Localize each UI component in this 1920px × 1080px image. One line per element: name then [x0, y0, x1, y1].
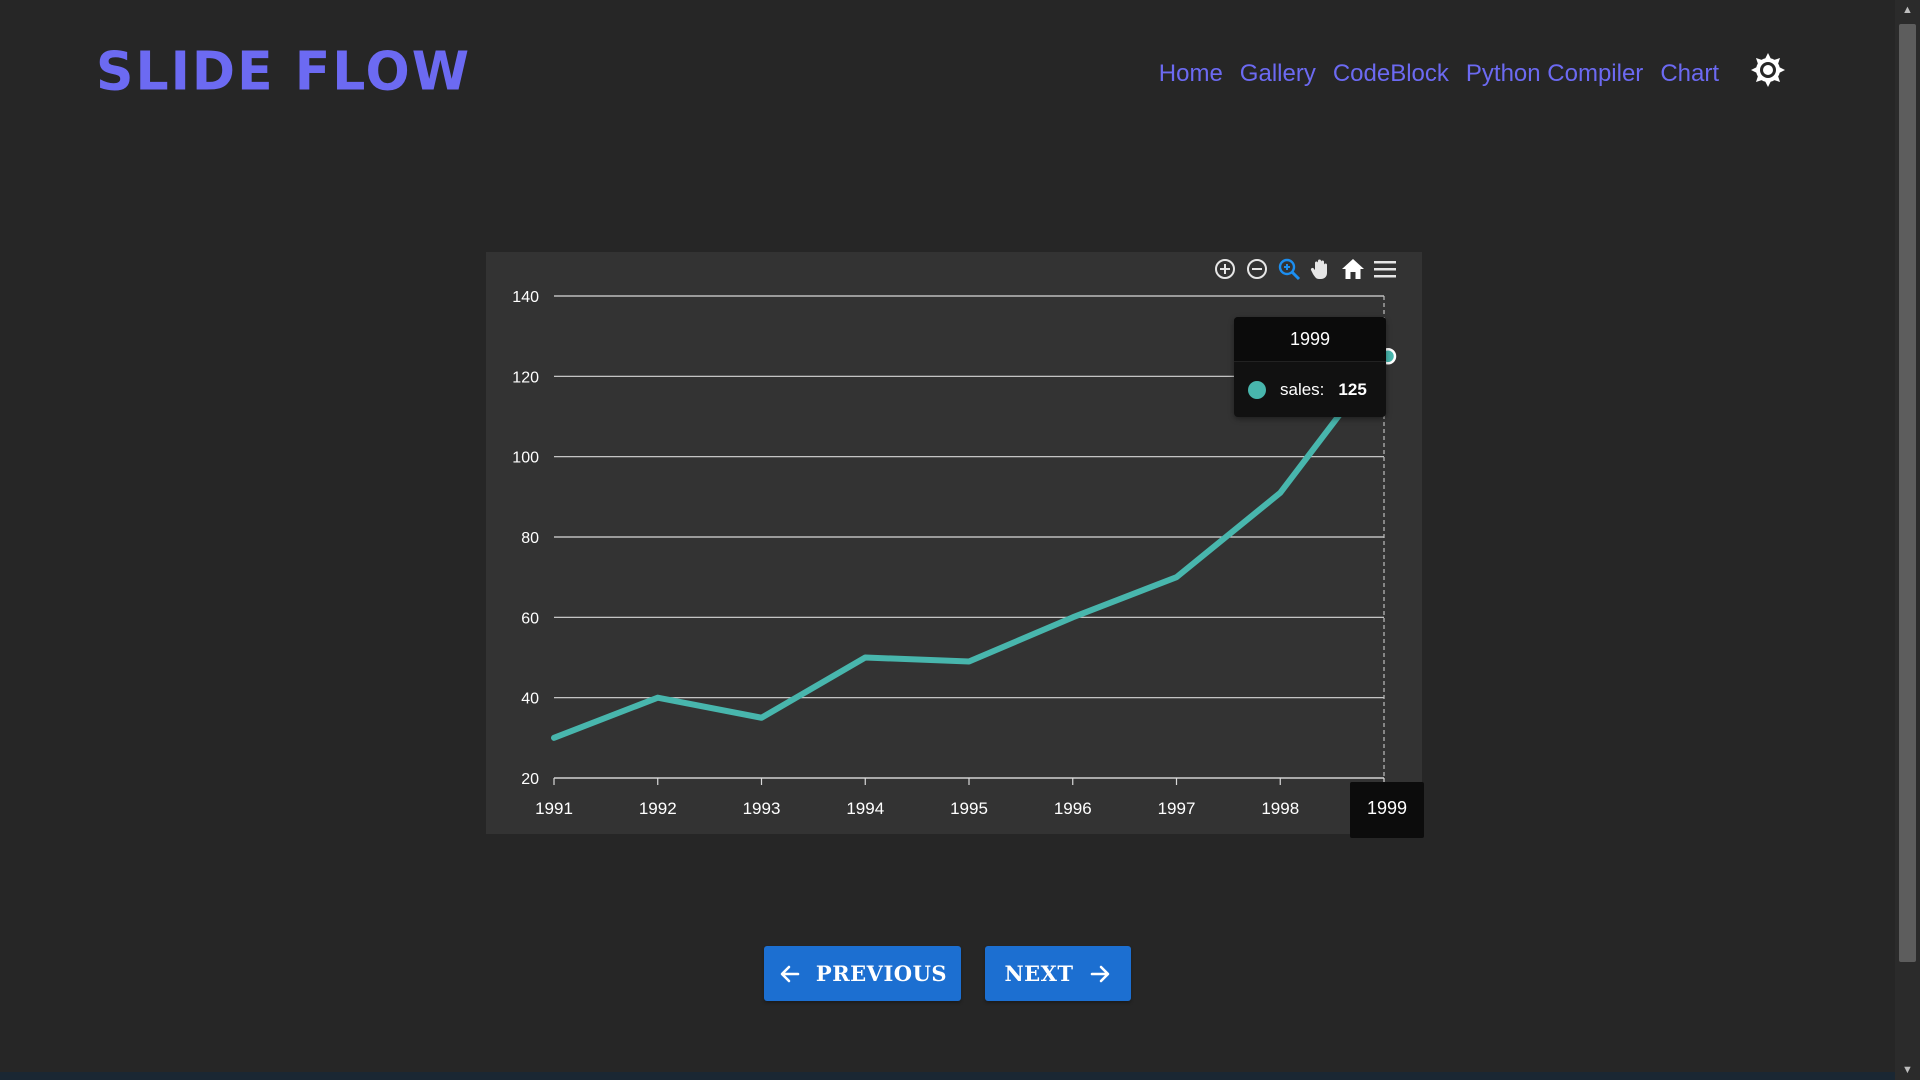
tooltip-title: 1999: [1234, 317, 1386, 362]
x-tick-label: 1995: [950, 799, 988, 818]
x-tick-label: 1991: [535, 799, 573, 818]
y-tick-label: 60: [521, 610, 539, 627]
nav-python-compiler[interactable]: Python Compiler: [1466, 56, 1643, 92]
sun-icon: [1751, 53, 1785, 87]
nav-chart[interactable]: Chart: [1660, 56, 1719, 92]
x-tick-label: 1992: [639, 799, 677, 818]
previous-button-label: PREVIOUS: [815, 961, 948, 986]
scroll-up-icon[interactable]: ▲: [1895, 0, 1920, 20]
tooltip-series-row: sales: 125: [1234, 362, 1386, 418]
zoom-in-icon[interactable]: [1213, 257, 1237, 281]
x-tick-label: 1996: [1054, 799, 1092, 818]
next-button[interactable]: NEXT: [985, 946, 1131, 1001]
y-tick-label: 80: [521, 530, 539, 547]
scrollbar-thumb[interactable]: [1899, 24, 1916, 962]
tooltip-series-label: sales:: [1280, 380, 1325, 399]
top-nav: Home Gallery CodeBlock Python Compiler C…: [1142, 56, 1719, 92]
y-tick-label: 120: [512, 369, 539, 386]
arrow-right-icon: [1090, 965, 1109, 982]
y-tick-label: 100: [512, 450, 539, 467]
arrow-left-icon: [780, 965, 800, 982]
y-tick-label: 20: [521, 771, 539, 788]
theme-toggle-button[interactable]: [1751, 53, 1785, 87]
selection-zoom-icon[interactable]: [1277, 257, 1301, 281]
previous-button[interactable]: PREVIOUS: [764, 946, 961, 1001]
chart-panel: 20 40 60 80 100 120 140 1991 1992 1993 1994 1995 199…: [486, 252, 1424, 838]
x-tick-label: 1997: [1158, 799, 1196, 818]
tooltip-value: 125: [1338, 380, 1367, 399]
zoom-out-icon[interactable]: [1245, 257, 1269, 281]
reset-home-icon[interactable]: [1341, 257, 1365, 281]
nav-home[interactable]: Home: [1159, 56, 1223, 92]
bottom-strip: [0, 1072, 1895, 1080]
vertical-scrollbar[interactable]: ▲ ▼: [1895, 0, 1920, 1080]
x-tick-label: 1998: [1261, 799, 1299, 818]
app-logo[interactable]: SLIDE FLOW: [96, 39, 471, 104]
page: SLIDE FLOW Home Gallery CodeBlock Python…: [0, 0, 1895, 1072]
nav-codeblock[interactable]: CodeBlock: [1333, 56, 1449, 92]
scroll-down-icon[interactable]: ▼: [1895, 1060, 1920, 1080]
x-axis-tooltip: 1999: [1350, 782, 1424, 838]
menu-icon[interactable]: [1373, 257, 1397, 281]
nav-gallery[interactable]: Gallery: [1240, 56, 1316, 92]
next-button-label: NEXT: [1004, 961, 1074, 986]
chart-toolbar: [1213, 257, 1397, 281]
chart-tooltip: 1999 sales: 125: [1234, 317, 1386, 417]
y-tick-label: 140: [512, 289, 539, 306]
pan-icon[interactable]: [1309, 257, 1333, 281]
x-tick-label: 1994: [846, 799, 884, 818]
y-tick-label: 40: [521, 691, 539, 708]
x-tick-label: 1993: [743, 799, 781, 818]
series-marker-icon: [1248, 381, 1266, 399]
